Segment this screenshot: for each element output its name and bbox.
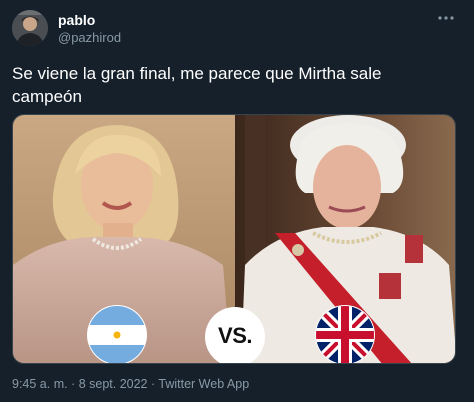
avatar[interactable] — [12, 10, 48, 46]
user-handle[interactable]: @pazhirod — [58, 29, 121, 47]
tweet-text: Se viene la gran final, me parece que Mi… — [12, 64, 382, 106]
avatar-image — [12, 10, 48, 46]
vs-label: VS. — [218, 323, 252, 348]
ellipsis-icon[interactable] — [436, 10, 456, 26]
united-kingdom-flag — [315, 305, 375, 363]
display-name[interactable]: pablo — [58, 12, 121, 29]
tweet-media[interactable]: VS. — [12, 114, 456, 364]
argentina-flag — [87, 305, 147, 363]
tweet-card[interactable]: pablo @pazhirod Se viene la gran final, … — [0, 0, 474, 402]
tweet-timestamp[interactable]: 9:45 a. m. · 8 sept. 2022 · Twitter Web … — [12, 376, 249, 392]
user-info[interactable]: pablo @pazhirod — [58, 12, 121, 47]
